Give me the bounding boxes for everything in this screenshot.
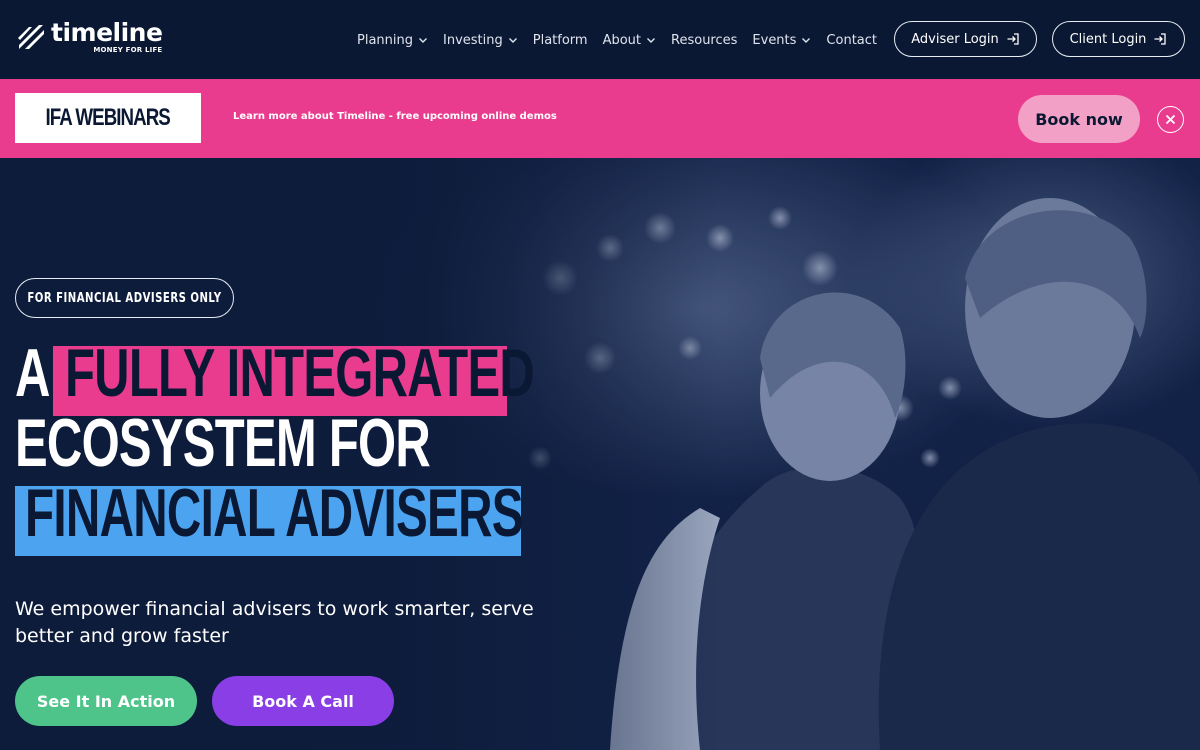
logo-swoosh-icon — [18, 25, 44, 49]
nav-item-investing[interactable]: Investing — [443, 33, 518, 48]
hero-section: FOR FINANCIAL ADVISERS ONLY A FULLY INTEG… — [0, 158, 1200, 750]
chevron-down-icon — [419, 38, 427, 43]
nav-item-events[interactable]: Events — [752, 33, 811, 48]
login-arrow-icon — [1007, 33, 1019, 45]
nav-item-label: Investing — [443, 32, 503, 48]
banner-tag: IFA WEBINARS — [15, 93, 201, 143]
hero-subtitle: We empower financial advisers to work sm… — [15, 598, 534, 647]
client-login-button[interactable]: Client Login — [1052, 21, 1185, 57]
nav-item-label: About — [602, 32, 642, 48]
adviser-login-label: Adviser Login — [911, 31, 999, 47]
chevron-down-icon — [647, 38, 656, 43]
close-icon — [1165, 114, 1176, 125]
close-banner-button[interactable] — [1157, 106, 1184, 133]
promo-banner: IFA WEBINARS Learn more about Timeline -… — [0, 79, 1200, 158]
see-it-in-action-button[interactable]: See It In Action — [15, 676, 197, 726]
nav-item-label: Platform — [532, 32, 588, 48]
nav-item-platform[interactable]: Platform — [533, 33, 588, 48]
timeline-logo[interactable]: timeline MONEY FOR LIFE — [17, 20, 167, 60]
book-a-call-button[interactable]: Book A Call — [212, 676, 394, 726]
hero-headline: A FULLY INTEGRATED ECOSYSTEM FOR FINANCIA… — [15, 338, 575, 548]
top-navigation: timeline MONEY FOR LIFE Planning Investi… — [0, 0, 1200, 79]
banner-tag-label: IFA WEBINARS — [45, 104, 171, 131]
book-now-button[interactable]: Book now — [1018, 95, 1140, 143]
client-login-label: Client Login — [1069, 31, 1147, 47]
nav-item-planning[interactable]: Planning — [357, 33, 428, 48]
brand-name: timeline — [51, 18, 163, 47]
headline-line2: ECOSYSTEM FOR — [15, 405, 431, 481]
nav-item-label: Events — [752, 32, 797, 48]
banner-message: Learn more about Timeline - free upcomin… — [233, 111, 557, 122]
audience-badge: FOR FINANCIAL ADVISERS ONLY — [15, 278, 234, 318]
main-menu: Planning Investing Platform About Resour… — [357, 30, 892, 50]
headline-line3-highlight: FINANCIAL ADVISERS — [25, 475, 524, 551]
brand-tagline: MONEY FOR LIFE — [93, 46, 163, 54]
headline-line1-prefix: A — [15, 335, 50, 411]
nav-item-label: Planning — [357, 32, 413, 48]
chevron-down-icon — [508, 38, 517, 43]
nav-item-label: Contact — [826, 32, 877, 48]
audience-badge-label: FOR FINANCIAL ADVISERS ONLY — [27, 290, 222, 306]
nav-item-resources[interactable]: Resources — [671, 33, 737, 48]
login-arrow-icon — [1154, 33, 1167, 45]
chevron-down-icon — [802, 38, 811, 43]
nav-item-label: Resources — [671, 32, 738, 48]
headline-line1-highlight: FULLY INTEGRATED — [65, 335, 535, 411]
adviser-login-button[interactable]: Adviser Login — [894, 21, 1037, 57]
nav-item-about[interactable]: About — [603, 33, 656, 48]
nav-item-contact[interactable]: Contact — [826, 33, 877, 48]
